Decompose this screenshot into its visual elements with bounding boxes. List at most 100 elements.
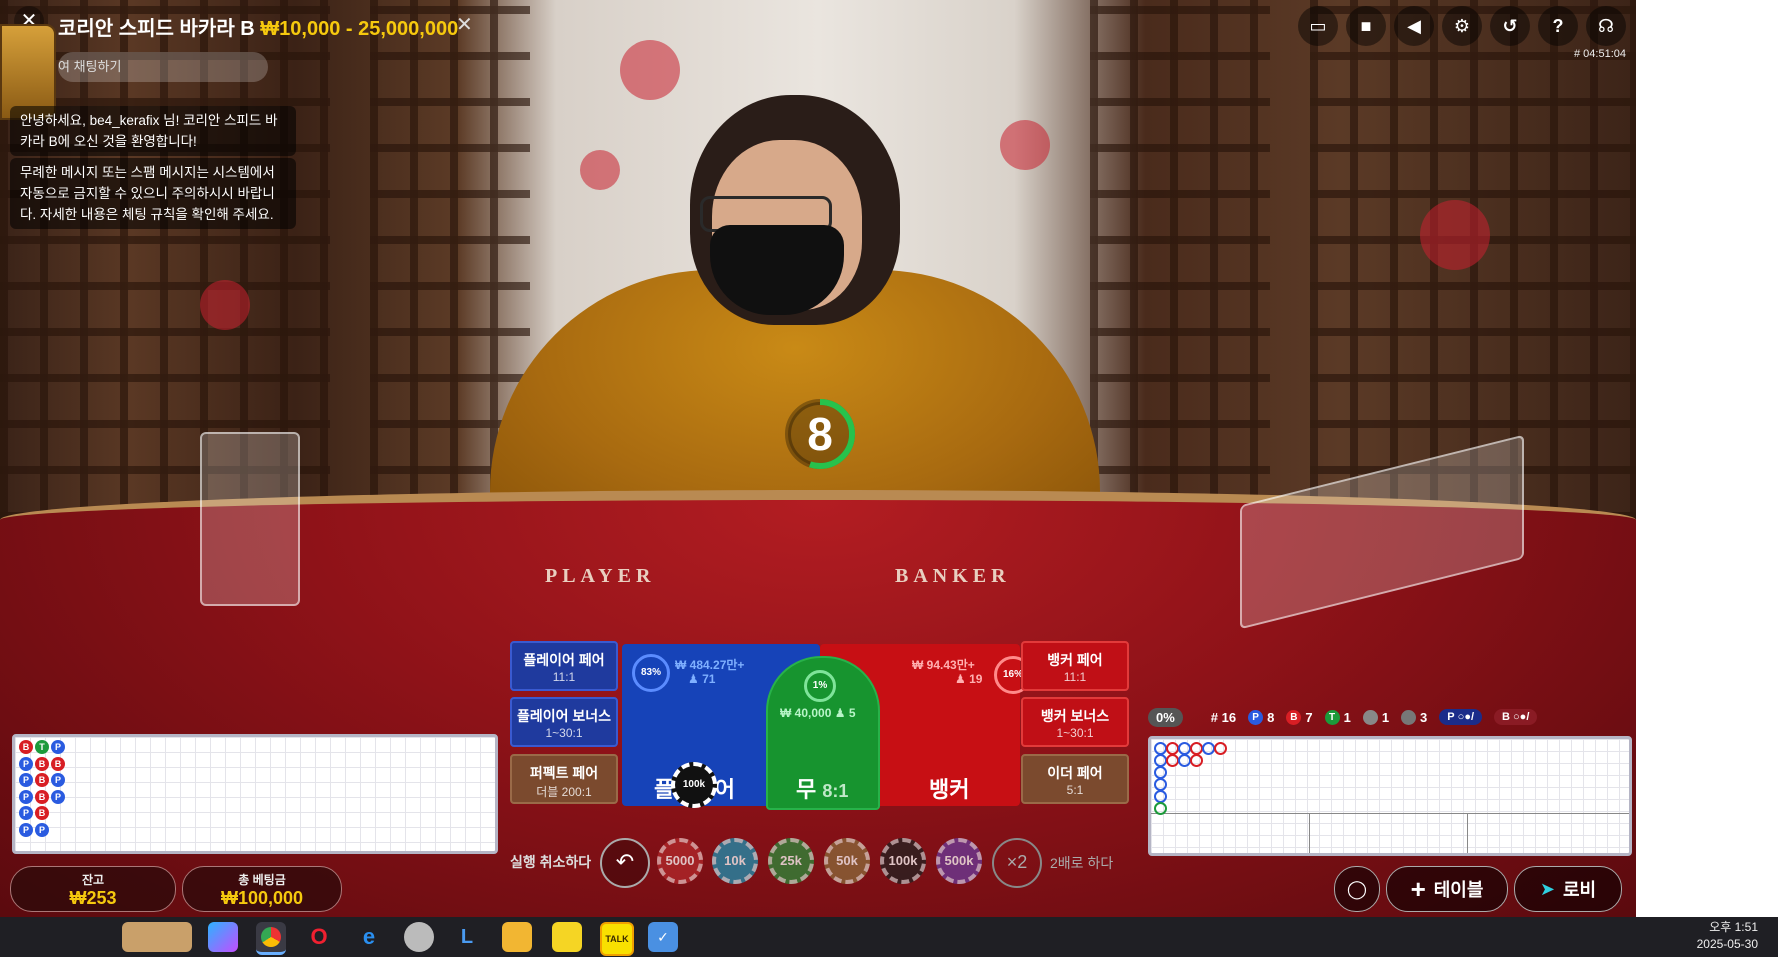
banker-pair-count: 3: [1420, 709, 1428, 725]
folder-icon[interactable]: [502, 922, 532, 952]
table-name: 코리안 스피드 바카라 B: [58, 18, 255, 40]
ie-icon[interactable]: e: [354, 922, 384, 952]
bead-player: P: [51, 773, 65, 787]
copilot-icon[interactable]: [208, 922, 238, 952]
zero-percent-badge: 0%: [1148, 707, 1183, 727]
banker-bonus-label: 뱅커 보너스: [1040, 708, 1110, 724]
round-id: # 04:51:04: [1574, 48, 1626, 60]
tie-count: 5: [848, 706, 856, 720]
banker-dot-icon: B: [1286, 709, 1302, 725]
player-predict-button[interactable]: P ○●/: [1439, 709, 1483, 725]
balance-display: 잔고 ₩253: [10, 866, 176, 912]
app-icon[interactable]: L: [452, 922, 482, 952]
chip-10k[interactable]: 10k: [712, 838, 758, 884]
page-title: 코리안 스피드 바카라 B ₩10,000 - 25,000,000: [58, 12, 458, 41]
banker-label: 뱅커: [929, 777, 970, 802]
blossom-decoration: [200, 280, 250, 330]
either-pair-bet[interactable]: 이더 페어 5:1: [1021, 754, 1129, 804]
total-bet-value: ₩100,000: [220, 888, 304, 908]
perfect-pair-label: 퍼펙트 페어: [529, 765, 599, 781]
chat-bubble-button[interactable]: ◯: [1334, 866, 1380, 912]
add-table-label: 테이블: [1433, 880, 1484, 900]
player-percent: 83%: [632, 654, 670, 692]
player-count: ♟ 71: [688, 672, 716, 686]
total-bet-display: 총 베팅금 ₩100,000: [182, 866, 342, 912]
chip-5000[interactable]: 5000: [657, 838, 703, 884]
right-inner-lattice: [1090, 0, 1270, 520]
big-road-mark: [1154, 802, 1167, 815]
check-icon[interactable]: ✓: [648, 922, 678, 952]
chat-icon[interactable]: ▭: [1298, 6, 1338, 46]
add-table-button[interactable]: + 테이블: [1386, 866, 1508, 912]
tie-win-stat: T1: [1324, 709, 1351, 725]
chip-25k[interactable]: 25k: [768, 838, 814, 884]
bead-banker: B: [35, 773, 49, 787]
player-pair-odds: 11:1: [552, 670, 576, 684]
bead-player: P: [19, 822, 33, 837]
player-pair-label: 플레이어 페어: [523, 652, 605, 668]
big-road-mark: [1190, 754, 1203, 767]
banker-predict-label: B: [1502, 711, 1510, 723]
player-win-stat: P8: [1248, 709, 1275, 725]
balance-label: 잔고: [81, 873, 105, 887]
big-road-mark: [1214, 742, 1227, 755]
banker-bonus-odds: 1~30:1: [1056, 726, 1094, 740]
balance-value: ₩253: [69, 888, 117, 908]
placed-chip: 100k: [671, 762, 717, 808]
notes-icon[interactable]: [552, 922, 582, 952]
blossom-decoration: [1420, 200, 1490, 270]
lobby-button[interactable]: ➤ 로비: [1514, 866, 1622, 912]
clock-date: 2025-05-30: [1696, 937, 1758, 951]
history-icon[interactable]: ↺: [1490, 6, 1530, 46]
banker-win-count: 7: [1305, 709, 1313, 725]
title-close-icon[interactable]: ✕: [456, 12, 473, 37]
double-button[interactable]: ×2: [992, 838, 1042, 888]
tie-total-row: ₩ 40,000 ♟ 5: [780, 706, 856, 720]
chip-100k[interactable]: 100k: [880, 838, 926, 884]
tie-percent: 1%: [804, 670, 836, 702]
banker-bonus-bet[interactable]: 뱅커 보너스 1~30:1: [1021, 697, 1129, 747]
chrome-icon[interactable]: [256, 922, 286, 955]
volume-icon[interactable]: ◀: [1394, 6, 1434, 46]
game-icon[interactable]: [404, 922, 434, 952]
player-bonus-bet[interactable]: 플레이어 보너스 1~30:1: [510, 697, 618, 747]
perfect-pair-bet[interactable]: 퍼펙트 페어 더블 200:1: [510, 754, 618, 804]
tie-label: 무: [796, 777, 817, 802]
video-icon[interactable]: ■: [1346, 6, 1386, 46]
kakaotalk-icon[interactable]: TALK: [600, 922, 634, 956]
banker-predict-button[interactable]: B ○●/: [1494, 709, 1538, 725]
player-win-count: 8: [1267, 709, 1275, 725]
tie-odds: 8:1: [822, 781, 849, 801]
blossom-decoration: [620, 40, 680, 100]
help-icon[interactable]: ?: [1538, 6, 1578, 46]
banker-count: ♟ 19: [955, 672, 983, 686]
chat-welcome-message: 안녕하세요, be4_kerafix 님! 코리안 스피드 바카라 B에 오신 …: [10, 106, 296, 156]
chat-input[interactable]: 여 채팅하기: [58, 52, 268, 82]
perfect-pair-odds: 더블 200:1: [536, 785, 592, 799]
banker-pair-odds: 11:1: [1063, 670, 1087, 684]
total-bet-label: 총 베팅금: [238, 873, 286, 887]
tie-win-count: 1: [1343, 709, 1351, 725]
either-pair-odds: 5:1: [1066, 783, 1084, 797]
bead-player: P: [51, 789, 65, 804]
undo-button[interactable]: ↶: [600, 838, 650, 888]
headset-icon[interactable]: ☊: [1586, 6, 1626, 46]
banker-count-value: 19: [969, 672, 983, 686]
banker-pair-bet[interactable]: 뱅커 페어 11:1: [1021, 641, 1129, 691]
opera-icon[interactable]: O: [304, 922, 334, 952]
settings-icon[interactable]: ⚙: [1442, 6, 1482, 46]
bead-road[interactable]: BPPPPPTBBBBPPBPP: [12, 734, 498, 854]
big-road[interactable]: [1148, 736, 1632, 856]
road-divider: [1309, 813, 1310, 853]
chip-50k[interactable]: 50k: [824, 838, 870, 884]
chip-500k[interactable]: 500k: [936, 838, 982, 884]
bead-banker: B: [35, 789, 49, 804]
bead-player: P: [19, 756, 33, 771]
road-divider: [1467, 813, 1468, 853]
timer-value: 8: [807, 408, 833, 460]
potato-app-icon[interactable]: [122, 922, 192, 952]
bead-banker: B: [35, 806, 49, 820]
player-pair-bet[interactable]: 플레이어 페어 11:1: [510, 641, 618, 691]
road-divider: [1151, 813, 1629, 814]
plus-icon: +: [1410, 873, 1426, 904]
